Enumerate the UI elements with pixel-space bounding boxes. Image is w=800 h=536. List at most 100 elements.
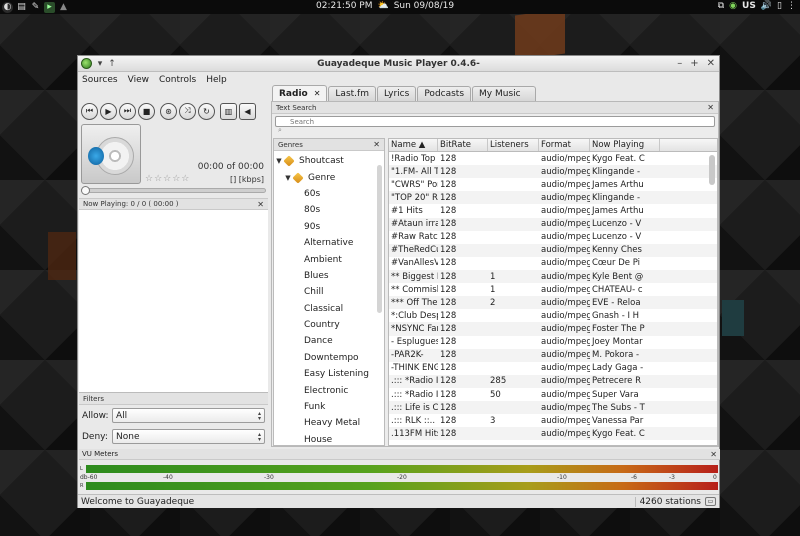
tab-podcasts[interactable]: Podcasts <box>417 86 472 101</box>
menu-help[interactable]: Help <box>206 75 227 85</box>
table-row[interactable]: *** Off The 128 2 audio/mpeg EVE - Reloa <box>389 296 717 310</box>
table-row[interactable]: "TOP 20" R: 128 audio/mpeg Klingande - <box>389 191 717 205</box>
genre-item[interactable]: Easy Listening <box>274 366 384 382</box>
genre-item[interactable]: Ambient <box>274 251 384 267</box>
genre-item[interactable]: 60s <box>274 186 384 202</box>
table-row[interactable]: *NSYNC Far 128 audio/mpeg Foster The P <box>389 322 717 336</box>
column-name[interactable]: Name ▲ <box>389 139 438 151</box>
column-listeners[interactable]: Listeners <box>488 139 539 151</box>
table-row[interactable]: -THINK ENG 128 audio/mpeg Lady Gaga - <box>389 362 717 375</box>
genres-scrollbar[interactable] <box>377 165 382 313</box>
editor-icon[interactable]: ✎ <box>30 2 41 13</box>
playback-time[interactable]: 00:00 of 00:00 <box>198 162 264 172</box>
table-row[interactable]: !Radio Top I 128 audio/mpeg Kygo Feat. C <box>389 152 717 165</box>
vu-left-bar <box>86 465 718 473</box>
volume-button[interactable]: ◀ <box>239 102 256 120</box>
tab-radio[interactable]: Radio ✕ <box>272 85 328 101</box>
now-playing-list[interactable] <box>79 210 268 393</box>
table-row[interactable]: #1 Hits 128 audio/mpeg James Arthu <box>389 204 717 217</box>
genre-item[interactable]: Blues <box>274 268 384 284</box>
now-playing-close-icon[interactable]: ✕ <box>257 200 264 209</box>
table-row[interactable]: -PAR2K- 128 audio/mpeg M. Pokora - <box>389 348 717 362</box>
menu-icon[interactable]: ⋮ <box>787 1 796 11</box>
genre-item[interactable]: Dance <box>274 333 384 349</box>
table-row[interactable]: #Raw Ratcl 128 audio/mpeg Lucenzo - V <box>389 231 717 244</box>
volume-icon[interactable]: 🔊 <box>761 1 772 11</box>
network-icon[interactable]: ⧉ <box>718 1 724 11</box>
minimize-icon[interactable]: – <box>677 58 682 69</box>
text-search-close-icon[interactable]: ✕ <box>707 103 714 112</box>
table-row[interactable]: ** Commish 128 1 audio/mpeg CHATEAU- c <box>389 283 717 296</box>
table-row[interactable]: .113FM Hits 128 audio/mpeg Kygo Feat. C <box>389 427 717 441</box>
table-row[interactable]: .::: RLK ::.. 128 3 audio/mpeg Vanessa Par <box>389 414 717 427</box>
tab-close-icon[interactable]: ✕ <box>314 89 321 98</box>
titlebar[interactable]: ▾ ↑ Guayadeque Music Player 0.4.6- – + ✕ <box>78 56 719 72</box>
album-cover[interactable] <box>81 124 141 184</box>
expand-arrow-icon[interactable]: ▼ <box>274 157 284 165</box>
stations-scrollbar[interactable] <box>709 155 715 185</box>
genre-item[interactable]: Chill <box>274 284 384 300</box>
panel-clock[interactable]: 02:21:50 PM ⛅ Sun 09/08/19 <box>316 1 454 11</box>
genre-item[interactable]: 80s <box>274 202 384 218</box>
genre-item[interactable]: Funk <box>274 399 384 415</box>
status-icon[interactable]: ▭ <box>705 497 716 506</box>
genre-item[interactable]: 90s <box>274 219 384 235</box>
deny-select[interactable]: None ▴ ▾ <box>112 429 265 444</box>
table-row[interactable]: #Ataun irra 128 audio/mpeg Lucenzo - V <box>389 217 717 231</box>
genre-item[interactable]: Heavy Metal <box>274 415 384 431</box>
tree-item-genre[interactable]: ▼ Genre <box>274 169 384 185</box>
table-row[interactable]: .::: Life is C 128 audio/mpeg The Subs - T <box>389 401 717 415</box>
genre-item[interactable]: Downtempo <box>274 350 384 366</box>
shuffle-button[interactable]: ⤨ <box>179 102 196 120</box>
table-row[interactable]: .::: *Radio I 128 50 audio/mpeg Super Vara <box>389 388 717 401</box>
terminal-icon[interactable]: ▸ <box>44 1 55 13</box>
table-row[interactable]: "1.FM- All T 128 audio/mpeg Klingande - <box>389 165 717 179</box>
play-button[interactable]: ▶ <box>100 102 117 120</box>
guayadeque-tray-icon[interactable]: ◉ <box>729 1 737 11</box>
genre-item[interactable]: Country <box>274 317 384 333</box>
previous-button[interactable]: ⏮ <box>81 102 98 120</box>
keyboard-layout[interactable]: US <box>742 1 756 11</box>
table-row[interactable]: #TheRedCu 128 audio/mpeg Kenny Ches <box>389 243 717 257</box>
column-format[interactable]: Format <box>539 139 590 151</box>
column-now-playing[interactable]: Now Playing <box>590 139 660 151</box>
table-row[interactable]: - Esplugues 128 audio/mpeg Joey Montar <box>389 336 717 349</box>
maximize-icon[interactable]: + <box>690 58 698 69</box>
tab-lastfm[interactable]: Last.fm <box>328 86 376 101</box>
battery-icon[interactable]: ▯ <box>777 1 782 11</box>
repeat-button[interactable]: ↻ <box>198 102 215 120</box>
menu-view[interactable]: View <box>128 75 149 85</box>
smart-play-button[interactable]: ⊛ <box>160 102 177 120</box>
close-icon[interactable]: ✕ <box>707 58 715 69</box>
rating-stars[interactable]: ☆☆☆☆☆ <box>145 174 190 184</box>
table-row[interactable]: ** Biggest L 128 1 audio/mpeg Kyle Bent @ <box>389 269 717 284</box>
app-menu-icon[interactable]: ◐ <box>2 1 13 13</box>
genre-item[interactable]: House <box>274 432 384 445</box>
search-input[interactable] <box>275 116 715 127</box>
seek-handle[interactable] <box>81 186 90 195</box>
tree-item-shoutcast[interactable]: ▼ Shoutcast <box>274 153 384 169</box>
genre-item[interactable]: Classical <box>274 301 384 317</box>
table-row[interactable]: .::: *Radio I 128 285 audio/mpeg Petrecere R <box>389 374 717 388</box>
equalizer-button[interactable]: ▥ <box>220 102 237 120</box>
table-row[interactable]: "CWRS" Por 128 audio/mpeg James Arthu <box>389 178 717 191</box>
column-bitrate[interactable]: BitRate <box>438 139 488 151</box>
vu-close-icon[interactable]: ✕ <box>710 450 717 459</box>
tab-lyrics[interactable]: Lyrics <box>376 86 417 101</box>
stop-button[interactable]: ■ <box>138 102 155 120</box>
table-row[interactable]: *:Club Desp 128 audio/mpeg Gnash - I H <box>389 309 717 322</box>
files-icon[interactable]: ▤ <box>16 2 27 13</box>
menu-sources[interactable]: Sources <box>82 75 118 85</box>
allow-select[interactable]: All ▴ ▾ <box>112 408 265 423</box>
genres-close-icon[interactable]: ✕ <box>373 140 380 149</box>
update-icon[interactable]: ▲ <box>58 2 69 13</box>
seek-slider[interactable] <box>81 186 266 195</box>
menu-controls[interactable]: Controls <box>159 75 196 85</box>
table-row[interactable]: #VanAllesV 128 audio/mpeg Cœur De Pi <box>389 257 717 270</box>
next-button[interactable]: ⏭ <box>119 102 136 120</box>
tab-my-music[interactable]: My Music <box>472 86 536 101</box>
genre-item[interactable]: Alternative <box>274 235 384 251</box>
stations-list[interactable]: !Radio Top I 128 audio/mpeg Kygo Feat. C "1.… <box>389 152 717 441</box>
expand-arrow-icon[interactable]: ▼ <box>283 174 293 182</box>
genre-item[interactable]: Electronic <box>274 382 384 398</box>
